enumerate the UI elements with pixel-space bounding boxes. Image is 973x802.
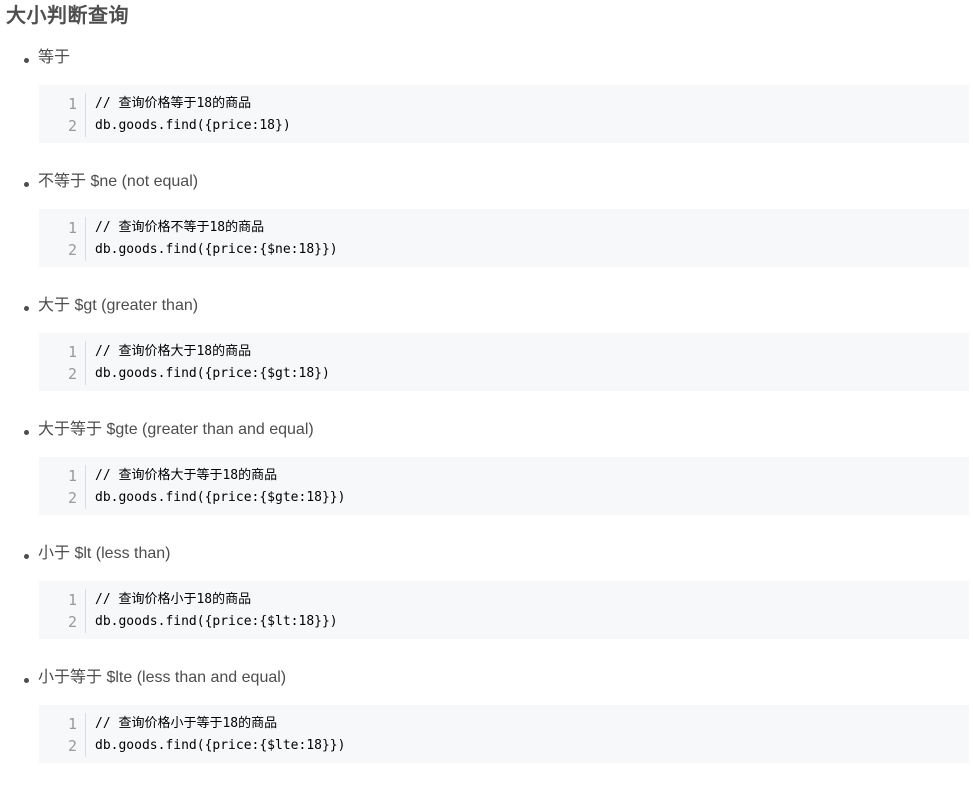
code-statement-line[interactable]: db.goods.find({price:18}) — [95, 115, 291, 137]
code-block[interactable]: 1 2 // 查询价格大于18的商品 db.goods.find({price:… — [39, 333, 969, 391]
line-number: 1 — [67, 343, 77, 361]
code-statement-line[interactable]: db.goods.find({price:{$ne:18}}) — [95, 239, 338, 261]
code-statement-line[interactable]: db.goods.find({price:{$gt:18}) — [95, 363, 330, 385]
code-block[interactable]: 1 2 // 查询价格不等于18的商品 db.goods.find({price… — [39, 209, 969, 267]
code-comment-line[interactable]: // 查询价格大于18的商品 — [95, 341, 251, 363]
code-statement-line[interactable]: db.goods.find({price:{$lte:18}}) — [95, 735, 345, 757]
bullet-dot — [24, 182, 29, 187]
code-block[interactable]: 1 2 // 查询价格小于18的商品 db.goods.find({price:… — [39, 581, 969, 639]
line-number: 1 — [67, 467, 77, 485]
code-block[interactable]: 1 2 // 查询价格等于18的商品 db.goods.find({price:… — [39, 85, 969, 143]
line-number-gutter: 1 2 — [39, 93, 86, 137]
line-number: 1 — [67, 95, 77, 113]
code-statement-line[interactable]: db.goods.find({price:{$gte:18}}) — [95, 487, 345, 509]
line-number: 2 — [67, 737, 77, 755]
line-number: 2 — [67, 489, 77, 507]
code-block[interactable]: 1 2 // 查询价格小于等于18的商品 db.goods.find({pric… — [39, 705, 969, 763]
code-statement-line[interactable]: db.goods.find({price:{$lt:18}}) — [95, 611, 338, 633]
list-item-greater-than: 大于 $gt (greater than) 1 2 // 查询价格大于18的商品… — [0, 297, 973, 430]
operator-label: 等于 — [38, 49, 71, 66]
list-item-equal: 等于 1 2 // 查询价格等于18的商品 db.goods.find({pri… — [0, 49, 973, 182]
line-number-gutter: 1 2 — [39, 589, 86, 633]
bullet-dot — [24, 430, 29, 435]
line-number: 2 — [67, 241, 77, 259]
line-number: 1 — [67, 219, 77, 237]
line-number-gutter: 1 2 — [39, 341, 86, 385]
line-number-gutter: 1 2 — [39, 217, 86, 261]
list-item-less-than: 小于 $lt (less than) 1 2 // 查询价格小于18的商品 db… — [0, 545, 973, 678]
operator-label: 大于 $gt (greater than) — [38, 297, 199, 314]
operator-label: 大于等于 $gte (greater than and equal) — [38, 421, 314, 438]
list-item-greater-than-or-equal: 大于等于 $gte (greater than and equal) 1 2 /… — [0, 421, 973, 554]
line-number: 1 — [67, 715, 77, 733]
operator-label: 小于 $lt (less than) — [38, 545, 171, 562]
list-item-less-than-or-equal: 小于等于 $lte (less than and equal) 1 2 // 查… — [0, 669, 973, 802]
line-number: 2 — [67, 613, 77, 631]
code-comment-line[interactable]: // 查询价格小于等于18的商品 — [95, 713, 277, 735]
list-item-not-equal: 不等于 $ne (not equal) 1 2 // 查询价格不等于18的商品 … — [0, 173, 973, 306]
code-comment-line[interactable]: // 查询价格小于18的商品 — [95, 589, 251, 611]
line-number: 2 — [67, 117, 77, 135]
line-number-gutter: 1 2 — [39, 465, 86, 509]
line-number: 1 — [67, 591, 77, 609]
code-block[interactable]: 1 2 // 查询价格大于等于18的商品 db.goods.find({pric… — [39, 457, 969, 515]
bullet-dot — [24, 678, 29, 683]
operator-label: 小于等于 $lte (less than and equal) — [38, 669, 287, 686]
line-number-gutter: 1 2 — [39, 713, 86, 757]
article-content: 大小判断查询 等于 1 2 // 查询价格等于18的商品 db.goods.fi… — [0, 0, 973, 776]
bullet-dot — [24, 554, 29, 559]
code-comment-line[interactable]: // 查询价格大于等于18的商品 — [95, 465, 277, 487]
line-number: 2 — [67, 365, 77, 383]
code-comment-line[interactable]: // 查询价格等于18的商品 — [95, 93, 251, 115]
bullet-dot — [24, 306, 29, 311]
bullet-dot — [24, 58, 29, 63]
section-heading: 大小判断查询 — [6, 5, 129, 27]
code-comment-line[interactable]: // 查询价格不等于18的商品 — [95, 217, 264, 239]
operator-label: 不等于 $ne (not equal) — [38, 173, 199, 190]
